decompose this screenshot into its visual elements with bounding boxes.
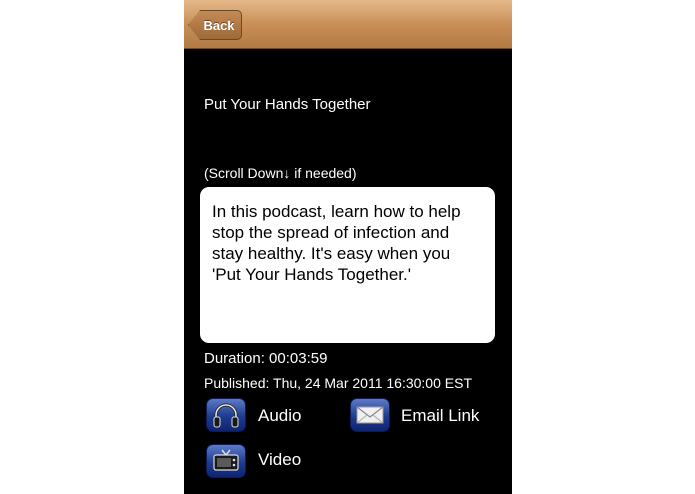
scroll-hint: (Scroll Down↓ if needed) xyxy=(204,165,357,181)
podcast-title: Put Your Hands Together xyxy=(204,96,371,113)
email-link-button[interactable] xyxy=(350,398,390,432)
published-text: Published: Thu, 24 Mar 2011 16:30:00 EST xyxy=(204,375,472,391)
audio-button[interactable] xyxy=(206,398,246,432)
phone-screen: Back Put Your Hands Together (Scroll Dow… xyxy=(184,0,512,494)
back-button[interactable]: Back xyxy=(188,10,242,40)
navigation-bar: Back xyxy=(184,0,512,49)
video-label[interactable]: Video xyxy=(258,450,301,470)
description-text: In this podcast, learn how to help stop … xyxy=(212,202,461,284)
tv-icon xyxy=(213,449,239,471)
headphones-icon xyxy=(213,403,239,428)
video-button[interactable] xyxy=(206,444,246,478)
envelope-icon xyxy=(356,406,384,424)
back-button-label: Back xyxy=(203,17,235,33)
email-link-label[interactable]: Email Link xyxy=(401,406,479,426)
description-text-area[interactable]: In this podcast, learn how to help stop … xyxy=(200,187,495,343)
duration-text: Duration: 00:03:59 xyxy=(204,350,328,367)
audio-label[interactable]: Audio xyxy=(258,406,301,426)
